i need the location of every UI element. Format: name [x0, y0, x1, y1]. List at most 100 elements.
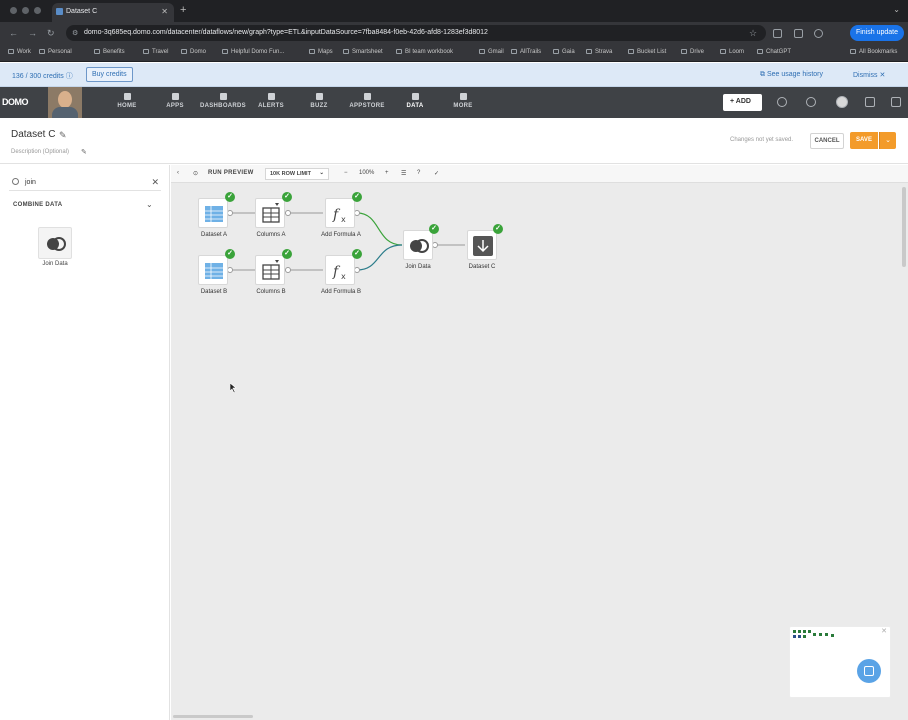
node-label: Dataset A	[200, 232, 227, 238]
bookmark-icon	[222, 49, 228, 54]
search-input[interactable]: join ✕	[9, 176, 161, 191]
dataflow-node[interactable]	[255, 255, 285, 285]
bookmark-item[interactable]: Personal	[39, 49, 72, 55]
new-tab-button[interactable]: +	[180, 4, 186, 16]
browser-tab[interactable]: Dataset C ✕	[52, 3, 174, 22]
bookmark-item[interactable]: Loom	[720, 49, 744, 55]
nav-item-appstore[interactable]: APPSTORE	[343, 93, 391, 109]
notifications-icon[interactable]	[865, 97, 875, 107]
back-icon[interactable]: ←	[9, 28, 18, 38]
dataflow-node[interactable]	[255, 198, 285, 228]
bookmark-star-icon[interactable]: ☆	[749, 28, 757, 39]
profile-icon[interactable]	[814, 29, 823, 38]
nav-item-dashboards[interactable]: DASHBOARDS	[199, 93, 247, 109]
description-field[interactable]: Description (Optional)	[11, 149, 69, 155]
chevron-down-icon[interactable]: ⌄	[146, 200, 153, 209]
cancel-button[interactable]: CANCEL	[810, 133, 844, 149]
columns-icon	[262, 260, 280, 280]
bookmark-item[interactable]: Travel	[143, 49, 168, 55]
page-title[interactable]: Dataset C	[11, 129, 55, 140]
dataflow-node[interactable]	[403, 230, 433, 260]
node-label: Add Formula B	[320, 289, 362, 295]
extension-icon[interactable]	[773, 29, 782, 38]
node-label: Add Formula A	[321, 232, 361, 238]
edit-description-icon[interactable]: ✎	[81, 148, 87, 156]
bookmark-item[interactable]: Gmail	[479, 49, 504, 55]
close-window-button[interactable]	[10, 7, 17, 14]
save-options-button[interactable]: ⌄	[879, 132, 896, 149]
node-label: Dataset C	[468, 264, 496, 270]
dataflow-node[interactable]	[198, 255, 228, 285]
section-header[interactable]: COMBINE DATA	[13, 202, 62, 208]
formula-icon: fx	[332, 264, 346, 281]
info-icon[interactable]: ⓘ	[66, 73, 73, 80]
all-bookmarks-button[interactable]: All Bookmarks	[850, 49, 897, 55]
bookmark-item[interactable]: Smartsheet	[343, 49, 383, 55]
url-text: domo-3q685eq.domo.com/datacenter/dataflo…	[84, 29, 488, 36]
grid-menu-icon[interactable]	[891, 97, 901, 107]
domo-nav: DOMO + ADD HOME APPS DASHBOARDS ALERTS BUZZ A…	[0, 87, 908, 118]
edit-title-icon[interactable]: ✎	[59, 130, 67, 141]
bookmark-item[interactable]: Domo	[181, 49, 206, 55]
address-bar[interactable]: ⚙ domo-3q685eq.domo.com/datacenter/dataf…	[66, 25, 766, 41]
node-label: Dataset B	[200, 289, 228, 295]
bookmark-item[interactable]: Benefits	[94, 49, 125, 55]
close-chat-icon[interactable]: ✕	[881, 627, 887, 635]
save-button[interactable]: SAVE	[850, 132, 878, 149]
apps-icon	[171, 93, 179, 100]
bookmark-item[interactable]: Work	[8, 49, 31, 55]
bookmark-item[interactable]: Maps	[309, 49, 333, 55]
bookmark-item[interactable]: Drive	[681, 49, 704, 55]
finish-update-button[interactable]: Finish update	[849, 25, 904, 41]
nav-item-data[interactable]: DATA	[391, 93, 439, 109]
search-icon[interactable]	[777, 97, 787, 107]
bookmark-item[interactable]: AllTrails	[511, 49, 541, 55]
avatar[interactable]	[48, 87, 82, 118]
bookmark-icon	[8, 49, 14, 54]
table-icon	[205, 206, 223, 222]
nav-item-apps[interactable]: APPS	[151, 93, 199, 109]
site-info-icon[interactable]: ⚙	[72, 29, 78, 37]
minimize-window-button[interactable]	[22, 7, 29, 14]
usage-history-link[interactable]: ⧉ See usage history	[760, 71, 823, 79]
bookmark-item[interactable]: Helpful Domo Fun...	[222, 49, 284, 55]
bookmark-item[interactable]: ChatGPT	[757, 49, 791, 55]
add-button[interactable]: + ADD	[723, 94, 762, 111]
svg-text:x: x	[341, 215, 346, 224]
tab-search-icon[interactable]: ⌄	[893, 5, 900, 14]
dataflow-node[interactable]: fx	[325, 198, 355, 228]
forward-icon[interactable]: →	[28, 28, 37, 38]
clear-search-icon[interactable]: ✕	[151, 177, 159, 188]
user-avatar-icon[interactable]	[836, 96, 848, 108]
bookmark-item[interactable]: Gaia	[553, 49, 575, 55]
horizontal-scrollbar[interactable]	[173, 715, 253, 718]
dismiss-button[interactable]: Dismiss ✕	[853, 71, 885, 79]
nav-item-home[interactable]: HOME	[103, 93, 151, 109]
dataflow-node[interactable]	[467, 230, 497, 260]
extensions-puzzle-icon[interactable]	[794, 29, 803, 38]
bookmark-item[interactable]: Bucket List	[628, 49, 666, 55]
bookmark-icon	[181, 49, 187, 54]
reload-icon[interactable]: ↻	[47, 28, 55, 39]
buy-credits-button[interactable]: Buy credits	[86, 67, 133, 82]
bookmark-item[interactable]: BI team workbook	[396, 49, 453, 55]
bookmark-icon	[628, 49, 634, 54]
domo-logo[interactable]: DOMO	[2, 97, 29, 107]
nav-item-alerts[interactable]: ALERTS	[247, 93, 295, 109]
success-check-icon: ✓	[282, 249, 292, 259]
join-data-tile[interactable]	[38, 227, 72, 259]
bookmark-icon	[511, 49, 517, 54]
nav-item-buzz[interactable]: BUZZ	[295, 93, 343, 109]
bookmark-icon	[720, 49, 726, 54]
dataflow-header: Dataset C ✎ Description (Optional) ✎ Cha…	[0, 118, 908, 164]
help-icon[interactable]	[806, 97, 816, 107]
maximize-window-button[interactable]	[34, 7, 41, 14]
bookmark-item[interactable]: Strava	[586, 49, 612, 55]
tiles-sidebar: join ✕ COMBINE DATA ⌄ Join Data	[0, 165, 170, 720]
chat-launcher-button[interactable]	[857, 659, 881, 683]
dataflow-node[interactable]: fx	[325, 255, 355, 285]
vertical-scrollbar[interactable]	[902, 187, 906, 267]
dataflow-node[interactable]	[198, 198, 228, 228]
close-tab-icon[interactable]: ✕	[161, 7, 168, 16]
nav-item-more[interactable]: MORE	[439, 93, 487, 109]
